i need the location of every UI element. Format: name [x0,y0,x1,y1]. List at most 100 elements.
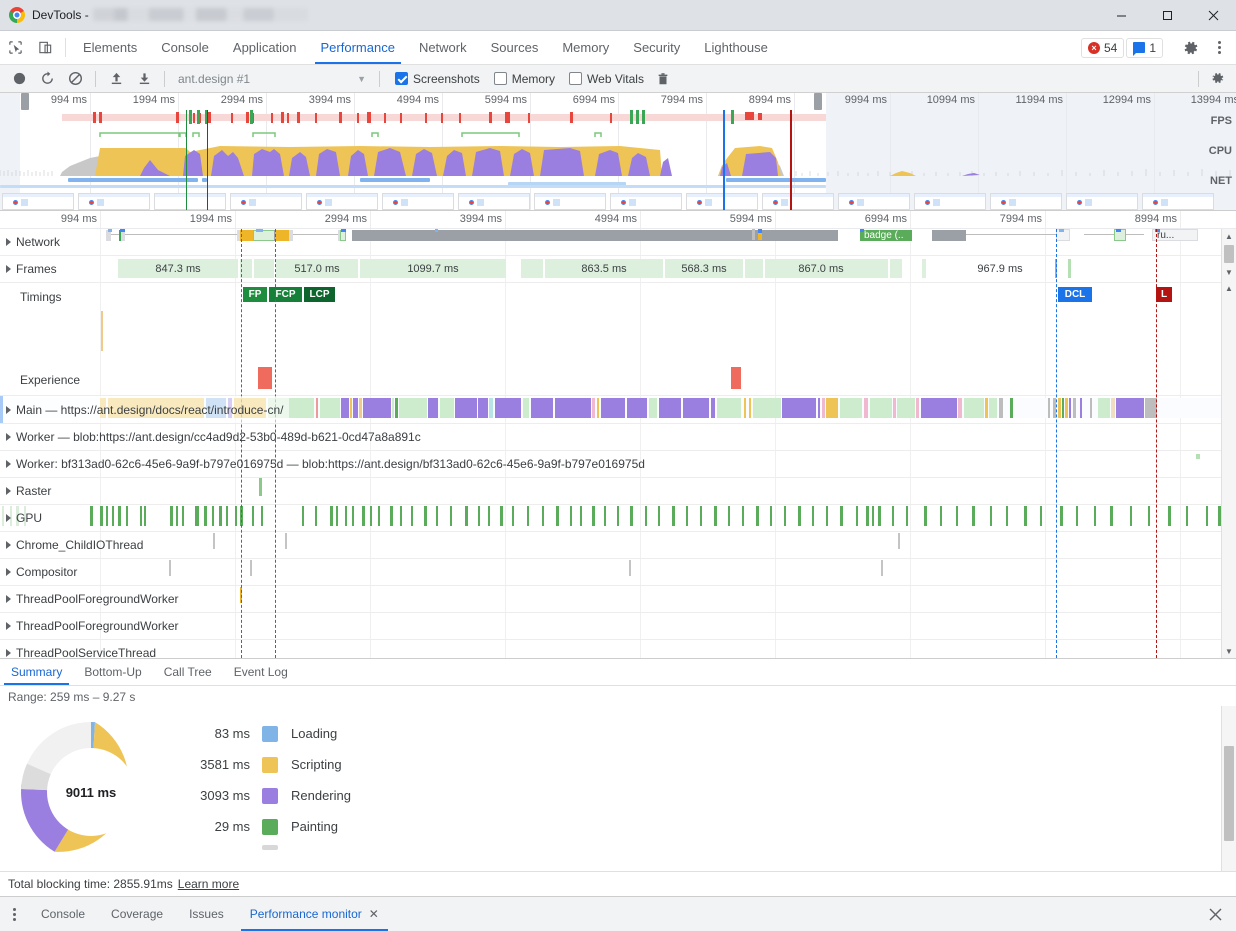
io-event[interactable] [285,533,287,549]
frame-block[interactable]: 1099.7 ms [360,259,506,278]
inspect-cursor-icon[interactable] [0,31,30,64]
net-request[interactable]: badge (.. [860,230,912,241]
flame-tracks[interactable]: Network badge (.. ru... Frames 847.3 ms … [0,229,1236,658]
net-request[interactable] [1059,229,1064,232]
details-tab-bottom-up[interactable]: Bottom-Up [73,659,152,685]
filmstrip-frame[interactable] [686,193,758,210]
expand-triangle-icon[interactable] [6,568,11,576]
details-pane[interactable]: Summary Bottom-Up Call Tree Event Log Ra… [0,659,1236,871]
track-worker-1[interactable]: Worker — blob:https://ant.design/cc4ad9d… [0,424,1236,450]
filmstrip-frame[interactable] [230,193,302,210]
frame-block[interactable]: 967.9 ms [930,259,1070,278]
layout-shift-block[interactable] [731,367,741,389]
track-frames-header[interactable]: Frames [0,256,57,282]
overview-pane[interactable]: 994 ms 1994 ms 2994 ms 3994 ms 4994 ms 5… [0,93,1236,211]
frame-block[interactable]: 847.3 ms [118,259,238,278]
timing-marker-dcl[interactable]: DCL [1058,287,1092,302]
gear-icon[interactable] [1178,35,1204,61]
net-request[interactable] [932,230,966,241]
track-threadpool-fg-1-header[interactable]: ThreadPoolForegroundWorker [0,586,179,612]
drawer-tab-console[interactable]: Console [28,897,98,931]
tab-lighthouse[interactable]: Lighthouse [692,31,780,64]
timing-marker-load[interactable]: L [1156,287,1172,302]
details-scroll-thumb[interactable] [1224,746,1234,841]
track-threadpool-service-header[interactable]: ThreadPoolServiceThread [0,640,156,658]
net-request[interactable] [256,229,263,232]
flame-chart-pane[interactable]: 994 ms 1994 ms 2994 ms 3994 ms 4994 ms 5… [0,211,1236,659]
record-circle-icon[interactable] [6,67,32,91]
track-threadpool-fg-2-header[interactable]: ThreadPoolForegroundWorker [0,613,179,639]
frame-block[interactable] [1068,259,1071,278]
expand-triangle-icon[interactable] [6,595,11,603]
flame-scroll-thumb[interactable] [1224,245,1234,263]
details-tab-summary[interactable]: Summary [0,659,73,685]
kebab-menu-icon[interactable] [1206,35,1232,61]
timing-marker-lcp[interactable]: LCP [304,287,335,302]
scroll-down-icon[interactable]: ▼ [1222,265,1236,279]
drawer-tab-issues[interactable]: Issues [176,897,237,931]
track-gpu[interactable]: GPU [0,505,1236,531]
minimize-button[interactable] [1098,0,1144,31]
maximize-button[interactable] [1144,0,1190,31]
timing-marker-fcp[interactable]: FCP [269,287,302,302]
net-request[interactable] [120,229,125,232]
frame-block[interactable]: 568.3 ms [665,259,743,278]
track-worker-2[interactable]: Worker: bf313ad0-62c6-45e6-9a9f-b797e016… [0,451,1236,477]
gpu-flame-row[interactable] [0,506,1236,526]
filmstrip-frame[interactable] [534,193,606,210]
track-compositor[interactable]: Compositor [0,559,1236,585]
checkbox-web-vitals[interactable]: Web Vitals [565,72,648,86]
track-compositor-header[interactable]: Compositor [0,559,77,585]
worker-event[interactable] [1196,454,1200,459]
capture-settings-gear-icon[interactable] [1204,67,1230,91]
filmstrip-frame[interactable] [762,193,834,210]
scroll-up-icon[interactable]: ▲ [1222,229,1236,243]
filmstrip-frame[interactable] [990,193,1062,210]
net-request[interactable] [275,230,290,241]
flame-scrollbar[interactable]: ▲ ▼ ▲ ▼ [1221,229,1236,658]
timing-marker-fp[interactable]: FP [243,287,267,302]
expand-triangle-icon[interactable] [6,541,11,549]
compositor-event[interactable] [250,560,252,576]
frame-block[interactable] [254,259,274,278]
net-request[interactable] [289,230,293,241]
scroll-bottom-icon[interactable]: ▼ [1222,644,1236,658]
net-request[interactable] [758,233,762,240]
track-network-header[interactable]: Network [0,229,60,255]
close-button[interactable] [1190,0,1236,31]
reload-record-icon[interactable] [34,67,60,91]
filmstrip-frame[interactable] [2,193,74,210]
checkbox-screenshots[interactable]: Screenshots [391,72,484,86]
expand-triangle-icon[interactable] [6,265,11,273]
device-toolbar-icon[interactable] [30,31,60,64]
details-tab-event-log[interactable]: Event Log [223,659,299,685]
details-tab-call-tree[interactable]: Call Tree [153,659,223,685]
filmstrip-frame[interactable] [382,193,454,210]
filmstrip-frame[interactable] [306,193,378,210]
io-event[interactable] [213,533,215,549]
tab-memory[interactable]: Memory [550,31,621,64]
track-threadpool-service[interactable]: ThreadPoolServiceThread [0,640,1236,658]
checkbox-memory[interactable]: Memory [490,72,559,86]
drawer-tab-coverage[interactable]: Coverage [98,897,176,931]
track-worker-2-header[interactable]: Worker: bf313ad0-62c6-45e6-9a9f-b797e016… [0,451,645,477]
tab-application[interactable]: Application [221,31,309,64]
details-scrollbar[interactable] [1221,706,1236,871]
tab-elements[interactable]: Elements [71,31,149,64]
compositor-event[interactable] [629,560,631,576]
close-icon[interactable]: ✕ [369,907,379,921]
filmstrip-frame[interactable] [78,193,150,210]
close-drawer-icon[interactable] [1202,901,1228,927]
trash-icon[interactable] [650,67,676,91]
filmstrip-frame[interactable] [914,193,986,210]
clear-icon[interactable] [62,67,88,91]
tab-network[interactable]: Network [407,31,479,64]
net-request[interactable] [108,229,112,232]
filmstrip-frame[interactable] [1066,193,1138,210]
net-request[interactable] [352,230,838,241]
track-threadpool-fg-1[interactable]: ThreadPoolForegroundWorker [0,586,1236,612]
net-request[interactable] [435,229,438,232]
frame-block[interactable]: 863.5 ms [545,259,663,278]
expand-triangle-icon[interactable] [6,238,11,246]
message-counter[interactable]: 1 [1126,37,1163,58]
